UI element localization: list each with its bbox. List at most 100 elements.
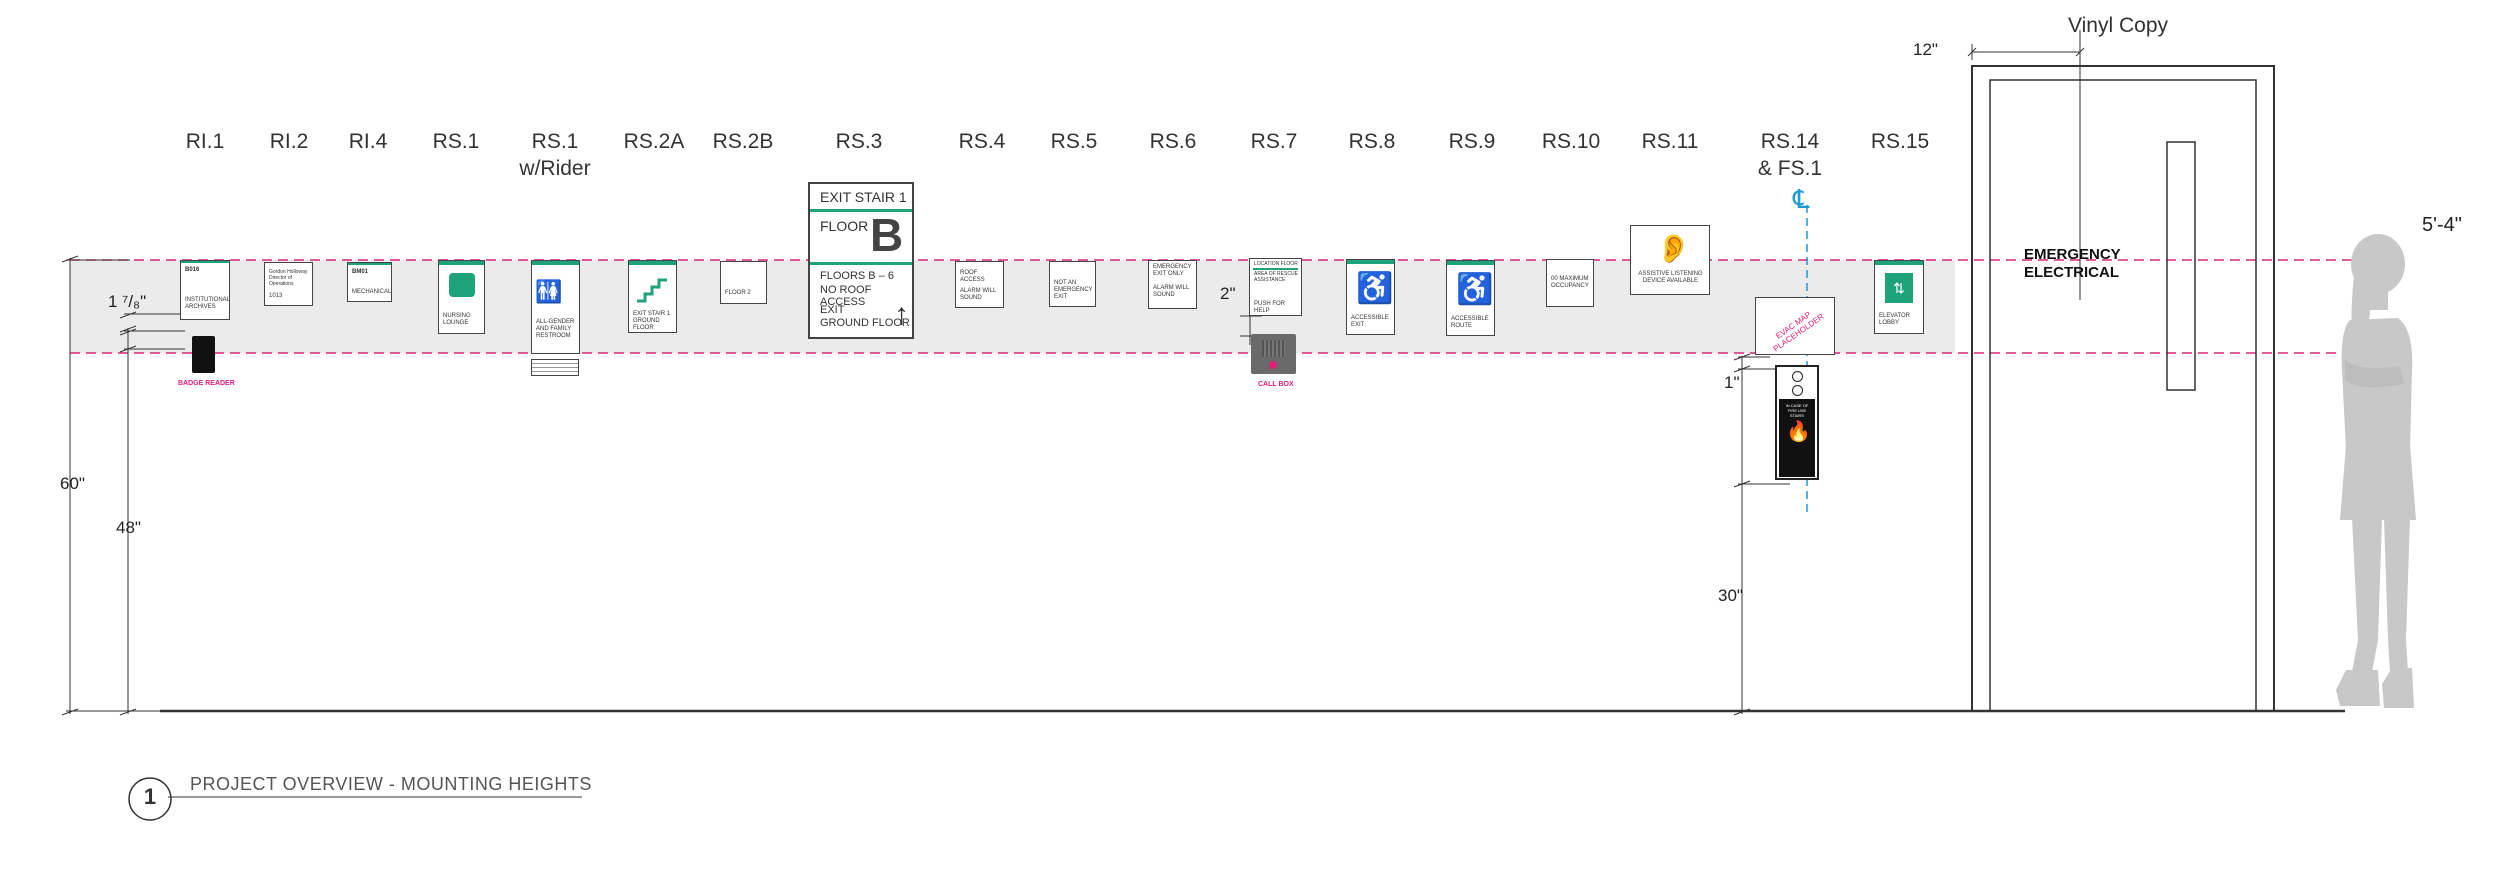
sign-rs6-t2: ALARM WILL SOUND: [1153, 285, 1190, 298]
dim-1in: 1": [1724, 373, 1740, 392]
hearing-assist-icon: 👂: [1656, 233, 1691, 264]
label-ri1: RI.1: [185, 130, 225, 153]
accessible-route-icon: ♿: [1456, 273, 1494, 306]
label-rs1-rider-line1: RS.1: [531, 130, 579, 153]
sign-ri2-number: 1013: [269, 293, 283, 299]
label-rs14: RS.14 & FS.1: [1758, 128, 1822, 182]
label-rs5: RS.5: [1050, 130, 1098, 153]
evac-map-placeholder: EVAC MAP PLACEHOLDER: [1755, 297, 1835, 355]
centerline-symbol: ℄: [1793, 184, 1810, 214]
rs3-title: EXIT STAIR 1: [820, 189, 907, 205]
label-rs1-rider-line2: w/Rider: [519, 157, 591, 180]
label-rs11: RS.11: [1641, 130, 1699, 153]
restroom-icon: 🚻: [535, 279, 563, 304]
sign-rs7-help: PUSH FOR HELP: [1254, 301, 1286, 314]
sign-rs11: 👂 ASSISTIVE LISTENING DEVICE AVAILABLE: [1630, 225, 1710, 295]
rs3-floor: FLOOR: [820, 218, 869, 234]
fire-panel: IN CASE OF FIRE USE STAIRS 🔥: [1775, 365, 1819, 480]
call-box: [1251, 334, 1296, 374]
sign-rs15-text: ELEVATOR LOBBY: [1879, 313, 1911, 326]
sign-rs10: 00 MAXIMUM OCCUPANCY: [1546, 259, 1594, 307]
sign-rs4: ROOF ACCESS ALARM WILL SOUND: [955, 261, 1004, 308]
sign-rs4-t1: ROOF ACCESS: [960, 270, 985, 283]
label-rs1: RS.1: [432, 130, 480, 153]
rs3-exit: EXIT: [820, 304, 845, 316]
sign-rs7-top: LOCATION FLOOR: [1254, 261, 1298, 267]
fire-panel-title: IN CASE OF FIRE USE STAIRS: [1785, 403, 1809, 418]
detail-title: PROJECT OVERVIEW - MOUNTING HEIGHTS: [190, 774, 592, 794]
sign-rider-panel: [531, 359, 579, 376]
up-arrow-icon: ↑: [894, 298, 909, 331]
label-rs9: RS.9: [1448, 130, 1496, 153]
dim-1-7-8in: 1 ⁷/₈": [108, 292, 147, 311]
label-rs1-rider: RS.1 w/Rider: [519, 128, 590, 182]
label-rs2a: RS.2A: [623, 130, 685, 153]
sign-rs2a-text: EXIT STAIR 1 GROUND FLOOR: [633, 311, 671, 331]
sign-rs4-t2: ALARM WILL SOUND: [960, 288, 997, 301]
sign-ri4: BM01 MECHANICAL: [347, 262, 392, 302]
sign-ri2-title: Gordon Holloway Director of Operations: [269, 269, 308, 287]
accessible-icon: ♿: [1356, 272, 1394, 305]
sign-rs6: EMERGENCY EXIT ONLY ALARM WILL SOUND: [1148, 260, 1197, 309]
label-rs3: RS.3: [835, 130, 883, 153]
dim-30in: 30": [1718, 586, 1743, 605]
sign-ri4-text: MECHANICAL: [352, 289, 392, 295]
call-button-icon: [1269, 361, 1277, 369]
sign-ri1: B016 INSTITUTIONAL ARCHIVES: [180, 260, 230, 320]
sign-rs1-rider-text: ALL-GENDER AND FAMILY RESTROOM: [536, 319, 575, 339]
sign-rs9-text: ACCESSIBLE ROUTE: [1451, 316, 1489, 329]
door-frame: [1971, 65, 2275, 712]
sign-rs8-text: ACCESSIBLE EXIT: [1351, 315, 1389, 328]
label-rs14-line1: RS.14: [1760, 130, 1820, 153]
evac-map-label: EVAC MAP PLACEHOLDER: [1771, 309, 1826, 354]
sign-rs9: ♿ ACCESSIBLE ROUTE: [1446, 260, 1495, 336]
sign-rs3: EXIT STAIR 1 FLOOR B FLOORS B – 6 NO ROO…: [808, 182, 914, 339]
label-rs6: RS.6: [1149, 130, 1197, 153]
sign-rs8: ♿ ACCESSIBLE EXIT: [1346, 259, 1395, 335]
sign-ri4-number: BM01: [352, 269, 369, 275]
sign-rs7-mid: AREA OF RESCUE ASSISTANCE: [1254, 271, 1298, 283]
detail-number: 1: [143, 784, 157, 809]
label-rs8: RS.8: [1348, 130, 1396, 153]
label-rs14-line2: & FS.1: [1757, 157, 1823, 180]
sign-ri2: Gordon Holloway Director of Operations 1…: [264, 262, 313, 306]
stairs-icon: [637, 278, 667, 303]
sign-rs6-t1: EMERGENCY EXIT ONLY: [1153, 264, 1192, 277]
door-leaf: [1989, 79, 2257, 712]
label-rs4: RS.4: [958, 130, 1006, 153]
sign-rs15: ⇅ ELEVATOR LOBBY: [1874, 260, 1924, 334]
label-ri4: RI.4: [348, 130, 388, 153]
badge-reader-label: BADGE READER: [178, 380, 235, 387]
door-vinyl-line1: EMERGENCY: [2024, 246, 2121, 263]
label-ri2: RI.2: [269, 130, 309, 153]
person-silhouette: [2336, 234, 2416, 708]
sign-rs2a: EXIT STAIR 1 GROUND FLOOR: [628, 260, 677, 333]
sign-rs2b: FLOOR 2: [720, 261, 767, 304]
dim-height: 5'-4": [2422, 214, 2462, 236]
dim-12in: 12": [1913, 40, 1938, 59]
door-vinyl-line2: ELECTRICAL: [2024, 264, 2119, 281]
nursing-icon: [449, 273, 475, 297]
vinyl-copy-label: Vinyl Copy: [2068, 14, 2168, 37]
sign-rs5: NOT AN EMERGENCY EXIT: [1049, 261, 1096, 307]
badge-reader: [192, 336, 215, 373]
sign-rs10-text: 00 MAXIMUM OCCUPANCY: [1551, 276, 1589, 289]
flame-icon: 🔥: [1786, 421, 1811, 443]
sign-ri1-text: INSTITUTIONAL ARCHIVES: [185, 297, 230, 310]
dim-60in: 60": [60, 474, 85, 493]
label-rs15: RS.15: [1870, 130, 1930, 153]
call-box-label: CALL BOX: [1258, 381, 1294, 388]
label-rs10: RS.10: [1541, 130, 1601, 153]
dim-48in: 48": [116, 518, 141, 537]
sign-rs2b-text: FLOOR 2: [725, 290, 751, 296]
door-vinyl-text: EMERGENCY ELECTRICAL: [2024, 246, 2121, 282]
sign-rs1-text: NURSING LOUNGE: [443, 313, 471, 326]
rs3-floors: FLOORS B – 6: [820, 270, 894, 282]
elevator-icon: ⇅: [1885, 273, 1913, 303]
rs3-letter: B: [870, 209, 904, 261]
label-rs2b: RS.2B: [712, 130, 774, 153]
sign-ri1-number: B016: [185, 267, 200, 273]
sign-rs1: NURSING LOUNGE: [438, 260, 485, 334]
sign-rs5-text: NOT AN EMERGENCY EXIT: [1054, 280, 1093, 300]
sign-rs11-text: ASSISTIVE LISTENING DEVICE AVAILABLE: [1638, 271, 1703, 284]
